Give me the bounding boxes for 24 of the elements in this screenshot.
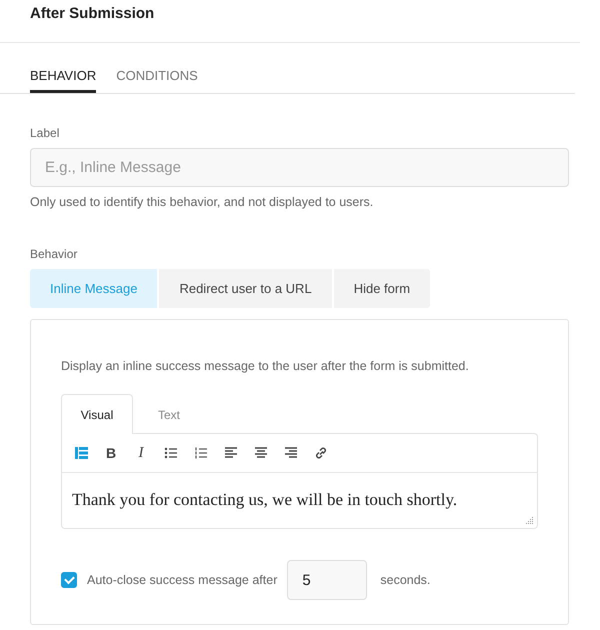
message-text: Thank you for contacting us, we will be in touch shortly.: [72, 490, 458, 509]
bullet-list-icon[interactable]: [163, 445, 179, 461]
rich-text-editor[interactable]: B I Thank you for contacting us, we will be in touch shortly.: [61, 433, 538, 529]
seconds-input[interactable]: 5: [287, 560, 368, 600]
field-label: Label: [30, 126, 60, 140]
checkbox[interactable]: [61, 572, 77, 588]
panel-title: After Submission: [30, 5, 154, 22]
checkbox-label: Auto-close success message after: [87, 573, 278, 587]
editor-tab[interactable]: Text: [133, 394, 205, 434]
editor-tab[interactable]: Visual: [61, 394, 133, 434]
italic-button[interactable]: I: [133, 444, 149, 462]
label-input[interactable]: E.g., Inline Message: [30, 148, 569, 187]
field-label: Behavior: [30, 247, 78, 261]
help-text: Only used to identify this behavior, and not displayed to users.: [30, 195, 374, 209]
description-text: Display an inline success message to the user after the form is submitted.: [61, 359, 469, 373]
behavior-option[interactable]: Hide form: [334, 269, 430, 308]
behavior-option[interactable]: Redirect user to a URL: [159, 269, 332, 308]
link-icon[interactable]: [313, 445, 329, 461]
bold-button[interactable]: B: [103, 445, 119, 461]
suffix-text: seconds.: [380, 573, 430, 587]
tab[interactable]: CONDITIONS: [116, 43, 198, 93]
numbered-list-icon[interactable]: [193, 445, 209, 461]
format-icon[interactable]: [73, 445, 89, 461]
tab[interactable]: BEHAVIOR: [30, 43, 96, 93]
